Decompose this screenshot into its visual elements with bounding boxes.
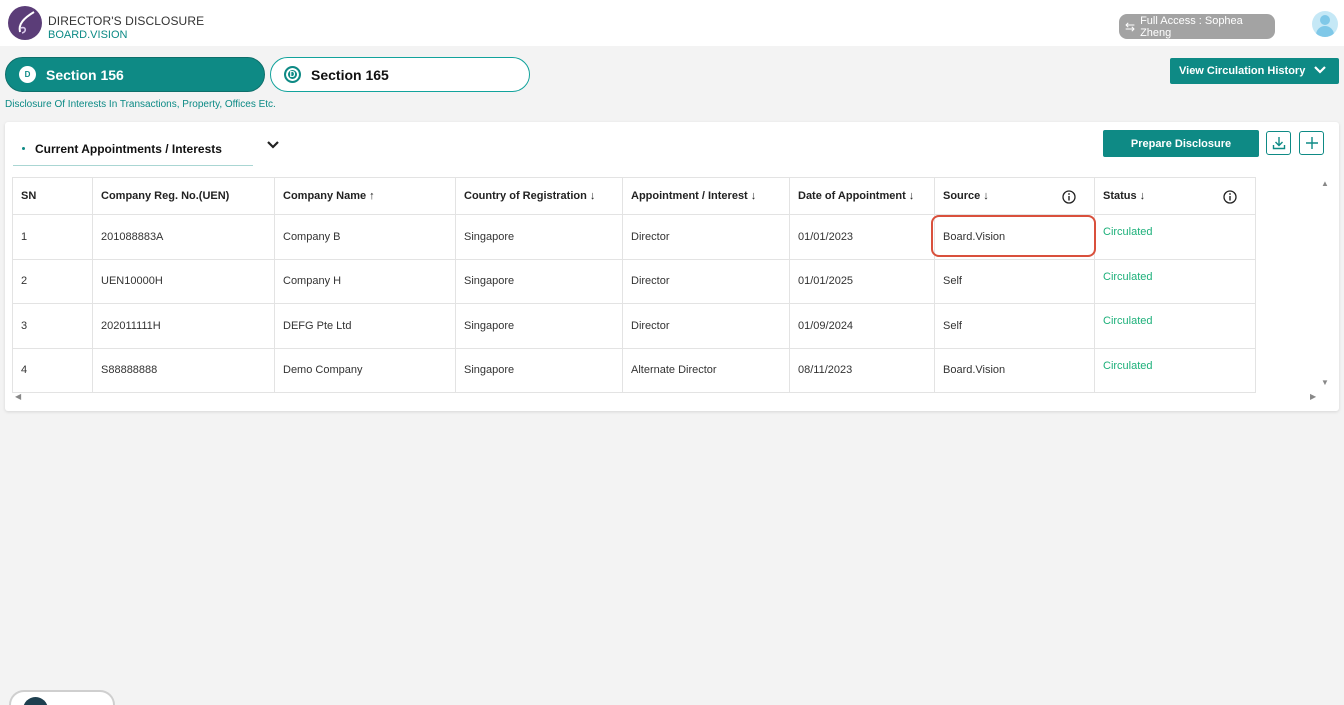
download-icon bbox=[1272, 137, 1285, 150]
cell-source: Self bbox=[934, 303, 1095, 349]
add-button[interactable] bbox=[1299, 131, 1324, 155]
cell-source: Board.Vision bbox=[934, 214, 1095, 260]
chevron-down-icon bbox=[1314, 66, 1326, 74]
cell-appointment: Director bbox=[622, 258, 790, 304]
cell-status: Circulated bbox=[1094, 214, 1256, 260]
download-button[interactable] bbox=[1266, 131, 1291, 155]
cell-company-name: Company H bbox=[274, 258, 456, 304]
table-row[interactable]: 2 UEN10000H Company H Singapore Director… bbox=[12, 258, 1256, 304]
plus-icon bbox=[1305, 137, 1318, 149]
section-badge-icon: D bbox=[19, 66, 36, 83]
table-row[interactable]: 4 S88888888 Demo Company Singapore Alter… bbox=[12, 347, 1256, 393]
cell-status: Circulated bbox=[1094, 258, 1256, 304]
sort-down-icon: ↓ bbox=[983, 190, 989, 202]
cell-status: Circulated bbox=[1094, 303, 1256, 349]
scroll-right-arrow-icon[interactable]: ▶ bbox=[1310, 392, 1316, 401]
table-header-row: SN Company Reg. No.(UEN) Company Name ↑ C… bbox=[12, 177, 1256, 215]
section-badge-icon: D bbox=[284, 66, 301, 83]
column-header-status[interactable]: Status ↓ bbox=[1094, 177, 1256, 215]
scroll-down-arrow-icon[interactable]: ▼ bbox=[1321, 378, 1329, 387]
card-tab-label: Current Appointments / Interests bbox=[35, 141, 222, 156]
cell-source: Board.Vision bbox=[934, 347, 1095, 393]
cell-company-name: Company B bbox=[274, 214, 456, 260]
sort-down-icon: ↓ bbox=[750, 190, 757, 202]
app-logo bbox=[8, 6, 42, 40]
cell-uen: 202011111H bbox=[92, 303, 275, 349]
cell-date: 01/01/2025 bbox=[789, 258, 935, 304]
cell-country: Singapore bbox=[455, 347, 623, 393]
cell-company-name: Demo Company bbox=[274, 347, 456, 393]
column-header-uen: Company Reg. No.(UEN) bbox=[92, 177, 275, 215]
swap-icon: ⇆ bbox=[1125, 19, 1136, 34]
widget-icon bbox=[23, 697, 48, 705]
tab-current-appointments[interactable]: Current Appointments / Interests bbox=[13, 132, 253, 166]
column-header-appointment[interactable]: Appointment / Interest ↓ bbox=[622, 177, 790, 215]
cell-status: Circulated bbox=[1094, 347, 1256, 393]
column-header-company-name[interactable]: Company Name ↑ bbox=[274, 177, 456, 215]
cell-uen: UEN10000H bbox=[92, 258, 275, 304]
cell-company-name: DEFG Pte Ltd bbox=[274, 303, 456, 349]
column-header-date[interactable]: Date of Appointment ↓ bbox=[789, 177, 935, 215]
app-subtitle: BOARD.VISION bbox=[48, 29, 128, 41]
column-header-country[interactable]: Country of Registration ↓ bbox=[455, 177, 623, 215]
cell-country: Singapore bbox=[455, 214, 623, 260]
cell-sn: 2 bbox=[12, 258, 93, 304]
info-icon[interactable] bbox=[1062, 190, 1076, 204]
info-icon[interactable] bbox=[1223, 190, 1237, 204]
cell-date: 01/09/2024 bbox=[789, 303, 935, 349]
table-row[interactable]: 3 202011111H DEFG Pte Ltd Singapore Dire… bbox=[12, 303, 1256, 349]
cell-appointment: Alternate Director bbox=[622, 347, 790, 393]
access-switch-button[interactable]: ⇆ Full Access : Sophea Zheng bbox=[1119, 14, 1275, 39]
cell-sn: 3 bbox=[12, 303, 93, 349]
history-button-label: View Circulation History bbox=[1179, 65, 1306, 77]
app-title: DIRECTOR'S DISCLOSURE bbox=[48, 14, 205, 28]
section-description: Disclosure Of Interests In Transactions,… bbox=[5, 99, 276, 110]
bullet-icon bbox=[22, 147, 25, 150]
sort-down-icon: ↓ bbox=[1139, 190, 1146, 202]
cell-appointment: Director bbox=[622, 214, 790, 260]
floating-widget[interactable] bbox=[9, 690, 115, 705]
sort-down-icon: ↓ bbox=[908, 190, 915, 202]
user-avatar[interactable] bbox=[1312, 11, 1338, 37]
tab-label: Section 165 bbox=[311, 66, 389, 83]
cell-uen: S88888888 bbox=[92, 347, 275, 393]
scroll-up-arrow-icon[interactable]: ▲ bbox=[1321, 179, 1329, 188]
cell-sn: 1 bbox=[12, 214, 93, 260]
prepare-disclosure-button[interactable]: Prepare Disclosure bbox=[1103, 130, 1259, 157]
tab-label: Section 156 bbox=[46, 66, 124, 83]
tab-section-156[interactable]: D Section 156 bbox=[5, 57, 265, 92]
access-label: Full Access : Sophea Zheng bbox=[1140, 14, 1243, 39]
cell-date: 01/01/2023 bbox=[789, 214, 935, 260]
cell-country: Singapore bbox=[455, 303, 623, 349]
appointments-card: Current Appointments / Interests Prepare… bbox=[5, 122, 1339, 411]
appointments-table: SN Company Reg. No.(UEN) Company Name ↑ C… bbox=[12, 177, 1256, 393]
view-circulation-history-button[interactable]: View Circulation History bbox=[1170, 58, 1339, 84]
cell-sn: 4 bbox=[12, 347, 93, 393]
tab-section-165[interactable]: D Section 165 bbox=[270, 57, 530, 92]
column-header-source[interactable]: Source ↓ bbox=[934, 177, 1095, 215]
cell-source: Self bbox=[934, 258, 1095, 304]
cell-appointment: Director bbox=[622, 303, 790, 349]
scroll-left-arrow-icon[interactable]: ◀ bbox=[15, 392, 21, 401]
table-row[interactable]: 1 201088883A Company B Singapore Directo… bbox=[12, 214, 1256, 260]
top-bar: DIRECTOR'S DISCLOSURE BOARD.VISION ⇆ Ful… bbox=[0, 0, 1344, 46]
cell-uen: 201088883A bbox=[92, 214, 275, 260]
chevron-down-icon[interactable] bbox=[266, 139, 280, 151]
cell-country: Singapore bbox=[455, 258, 623, 304]
sort-up-icon: ↑ bbox=[369, 190, 375, 202]
sort-down-icon: ↓ bbox=[589, 190, 596, 202]
cell-date: 08/11/2023 bbox=[789, 347, 935, 393]
column-header-sn: SN bbox=[12, 177, 93, 215]
